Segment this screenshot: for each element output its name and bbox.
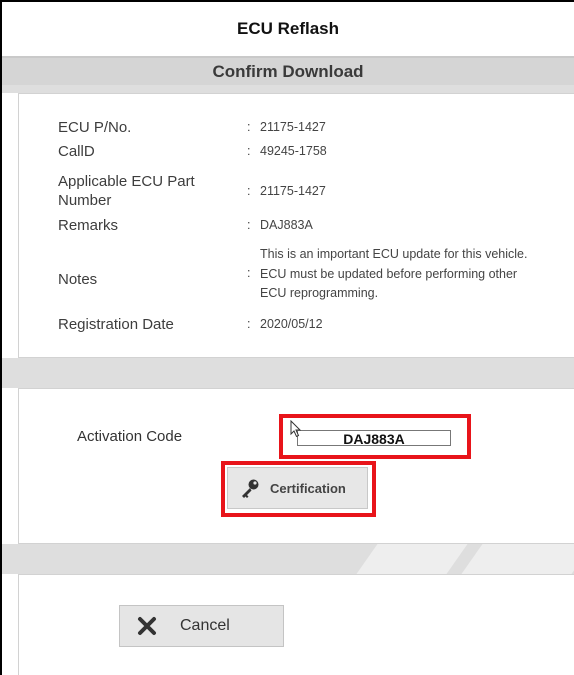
detail-value: :49245-1758 <box>247 144 327 158</box>
detail-label: Registration Date <box>58 316 174 333</box>
activation-code-label: Activation Code <box>77 428 183 445</box>
detail-value: :21175-1427 <box>247 120 326 134</box>
dialog-subtitle: Confirm Download <box>2 58 574 85</box>
detail-label: ECU P/No. <box>58 119 132 136</box>
detail-label: CallD <box>58 143 95 160</box>
highlight-box-activation <box>279 414 471 459</box>
mouse-cursor-icon <box>290 420 302 438</box>
detail-value: : This is an important ECU update for th… <box>247 247 528 300</box>
section-band <box>2 358 574 388</box>
window-title: ECU Reflash <box>2 2 574 56</box>
section-band <box>2 544 574 574</box>
detail-label: Applicable ECU Part Number <box>58 173 195 209</box>
section-band <box>2 85 574 93</box>
detail-value: :2020/05/12 <box>247 317 323 331</box>
cancel-label: Cancel <box>180 617 230 634</box>
actions-panel <box>18 574 574 675</box>
detail-label: Notes <box>58 271 98 288</box>
detail-value: : DAJ883A <box>247 218 313 232</box>
highlight-box-certification <box>221 461 376 517</box>
decorative-stripe <box>356 544 468 574</box>
close-icon <box>138 617 156 635</box>
detail-label: Remarks <box>58 217 119 234</box>
decorative-stripe <box>461 544 574 574</box>
detail-value: :21175-1427 <box>247 184 326 198</box>
cancel-button[interactable]: Cancel <box>119 605 284 647</box>
